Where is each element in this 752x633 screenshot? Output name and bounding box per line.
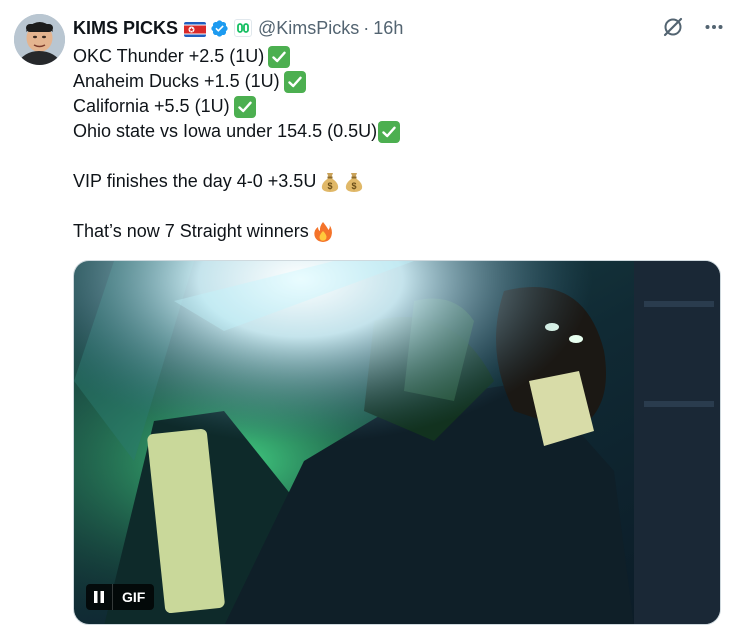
fire-emoji-icon	[313, 221, 333, 243]
pick-anaheim: Anaheim Ducks +1.5 (1U)	[73, 71, 280, 91]
verified-badge-icon[interactable]	[210, 19, 229, 38]
vip-summary: VIP finishes the day 4-0 +3.5U	[73, 171, 317, 191]
author-name[interactable]: KIMS PICKS	[73, 18, 178, 39]
check-mark-emoji-icon	[283, 70, 306, 93]
tweet-text: OKC Thunder +2.5 (1U) Anaheim Ducks +1.5…	[73, 44, 733, 244]
check-mark-emoji-icon	[378, 120, 401, 143]
check-mark-emoji-icon	[233, 95, 256, 118]
more-icon[interactable]	[704, 17, 724, 42]
tweet-actions-top	[662, 16, 724, 43]
tweet-header: KIMS PICKS @KimsPicks · 16h	[73, 16, 403, 40]
author-handle[interactable]: @KimsPicks	[258, 18, 359, 39]
check-mark-emoji-icon	[268, 45, 291, 68]
tweet-line: OKC Thunder +2.5 (1U)	[73, 44, 733, 69]
money-bag-emoji-icon: $	[320, 171, 340, 193]
avatar[interactable]	[14, 14, 65, 65]
affiliate-badge-icon[interactable]	[234, 19, 253, 37]
svg-text:$: $	[328, 181, 333, 191]
tweet-line: California +5.5 (1U)	[73, 94, 733, 119]
tweet-line: That’s now 7 Straight winners	[73, 219, 733, 244]
gif-badge: GIF	[122, 589, 146, 605]
north-korea-flag-icon	[184, 21, 207, 37]
grok-icon[interactable]	[662, 16, 684, 43]
money-bag-emoji-icon: $	[344, 171, 364, 193]
tweet-line: Anaheim Ducks +1.5 (1U)	[73, 69, 733, 94]
pause-icon[interactable]	[86, 584, 113, 610]
separator: ·	[363, 17, 370, 38]
timestamp[interactable]: 16h	[373, 18, 403, 39]
pick-california: California +5.5 (1U)	[73, 96, 230, 116]
svg-text:$: $	[352, 181, 357, 191]
pick-okc: OKC Thunder +2.5 (1U)	[73, 46, 265, 66]
pick-ohio-iowa: Ohio state vs Iowa under 154.5 (0.5U)	[73, 121, 378, 141]
streak-text: That’s now 7 Straight winners	[73, 221, 309, 241]
gif-media[interactable]	[73, 260, 721, 625]
tweet-line: VIP finishes the day 4-0 +3.5U $ $	[73, 169, 733, 194]
gif-controls[interactable]: GIF	[86, 584, 155, 610]
tweet-line: Ohio state vs Iowa under 154.5 (0.5U)	[73, 119, 733, 144]
